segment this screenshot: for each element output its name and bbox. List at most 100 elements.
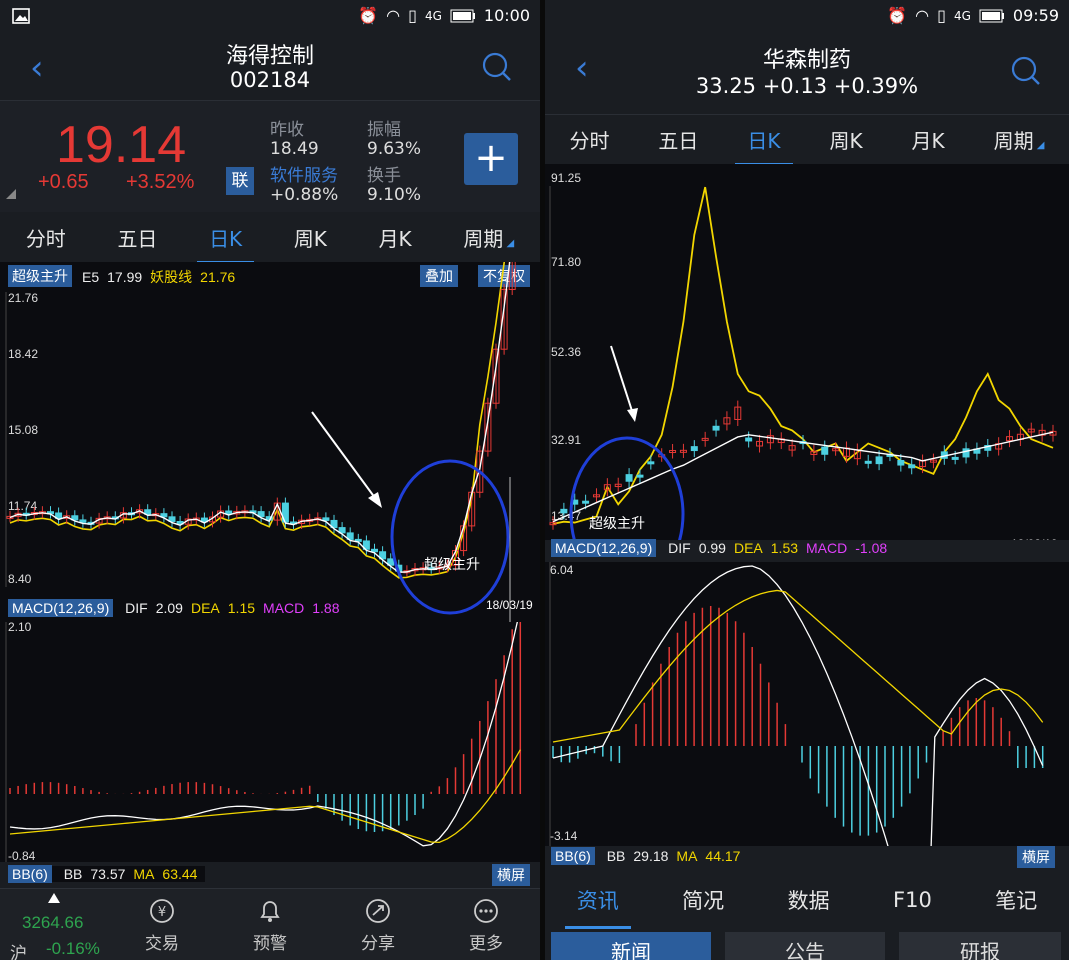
- bottom-nav: 3264.66 沪 -0.16% ¥ 交易 预警 分享 更多: [0, 888, 540, 960]
- alarm-icon: ⏰: [358, 6, 379, 25]
- period-tabs: 分时 五日 日K 周K 月K 周期 ◢: [0, 212, 540, 264]
- landscape-button[interactable]: 横屏: [492, 864, 530, 886]
- header: ‹ 华森制药 33.25 +0.13 +0.39%: [545, 34, 1069, 110]
- info-tabs: 资讯 简况 数据 F10 笔记: [545, 872, 1069, 929]
- candle: [712, 425, 720, 431]
- macd-name[interactable]: MACD(12,26,9): [551, 539, 657, 557]
- bb-label: BB: [606, 848, 626, 864]
- link-badge[interactable]: 联: [226, 167, 254, 195]
- macd-svg: 6.04 -3.14: [549, 562, 1044, 846]
- amplitude-label: 振幅: [367, 120, 401, 140]
- macd-name[interactable]: MACD(12,26,9): [8, 599, 114, 617]
- status-bar: ⏰ ◠ ▯ 4G 10:00: [0, 0, 540, 34]
- turnover-label: 换手: [367, 166, 401, 186]
- candle: [745, 437, 753, 442]
- annotation-label: 超级主升: [424, 556, 480, 572]
- yao-line: [552, 186, 1054, 525]
- sector-name[interactable]: 软件服务: [270, 161, 338, 186]
- date-label: 18/03/19: [1011, 537, 1058, 540]
- dif-label: DIF: [125, 600, 148, 616]
- dea-label: DEA: [733, 540, 763, 556]
- bb-values: BB(6) BB 73.57 MA 63.44: [8, 865, 206, 883]
- index-value[interactable]: 3264.66: [22, 913, 83, 933]
- arrow-line: [311, 411, 379, 503]
- search-icon[interactable]: [1011, 56, 1041, 86]
- more-icon: [474, 899, 498, 923]
- sub-tab-notice[interactable]: 公告: [725, 932, 885, 960]
- dea-line: [9, 749, 521, 844]
- alarm-icon: ⏰: [887, 6, 908, 25]
- tab-4[interactable]: 月K: [375, 223, 416, 252]
- kline-svg: 21.76 18.42 15.08 11.74 8.40 超级主升 18/03/19: [5, 262, 533, 622]
- bb-values: BB(6) BB 29.18 MA 44.17: [551, 847, 748, 865]
- header: ‹ 海得控制 002184: [0, 34, 540, 100]
- wifi-icon: ◠: [915, 6, 930, 25]
- dea-line: [552, 589, 1044, 743]
- stock-name: 海得控制: [225, 44, 314, 69]
- prev-close-label: 昨收: [270, 120, 304, 140]
- tab-3[interactable]: 周K: [290, 223, 331, 252]
- info-tab-3[interactable]: F10: [893, 888, 932, 912]
- add-watchlist-button[interactable]: +: [464, 133, 518, 185]
- current-price: 19.14: [56, 116, 187, 174]
- candle: [636, 474, 644, 478]
- yao-line: [9, 262, 506, 579]
- info-tab-1[interactable]: 简况: [682, 885, 724, 915]
- info-tab-0[interactable]: 资讯: [564, 885, 631, 929]
- macd-chart[interactable]: MACD(12,26,9) DIF 2.09 DEA 1.15 MACD 1.88 2.1…: [0, 599, 540, 862]
- tab-5[interactable]: 周期 ◢: [459, 223, 518, 252]
- nav-share[interactable]: 分享: [338, 893, 418, 954]
- ma-value: 63.44: [162, 866, 198, 882]
- macd-value: -1.08: [855, 540, 888, 556]
- bb-name[interactable]: BB(6): [8, 865, 52, 883]
- tab-2[interactable]: 日K: [735, 125, 793, 166]
- dropdown-triangle-icon: ◢: [503, 237, 515, 249]
- nav-trade[interactable]: ¥ 交易: [122, 893, 202, 954]
- period-tabs: 分时 五日 日K 周K 月K 周期 ◢: [545, 114, 1069, 166]
- candle: [79, 519, 87, 523]
- candle: [371, 548, 378, 553]
- tab-1[interactable]: 五日: [113, 223, 161, 252]
- trade-icon: ¥: [150, 899, 174, 923]
- price-change: +0.65: [38, 171, 89, 193]
- tab-1[interactable]: 五日: [654, 125, 702, 154]
- nav-alert[interactable]: 预警: [230, 893, 310, 954]
- dea-value: 1.15: [227, 600, 256, 616]
- dif-value: 0.99: [698, 540, 726, 556]
- kline-svg: 91.2571.8052.3632.9113.47超级主升18/03/19: [549, 171, 1058, 540]
- kline-chart[interactable]: 91.2571.8052.3632.9113.47超级主升18/03/19: [545, 164, 1069, 540]
- prev-close-value: 18.49: [270, 139, 319, 159]
- bb-label: BB: [63, 866, 83, 882]
- search-icon[interactable]: [482, 52, 512, 82]
- ma-label: MA: [133, 866, 155, 882]
- candle: [962, 448, 970, 458]
- info-tab-2[interactable]: 数据: [788, 885, 830, 915]
- candle: [647, 461, 655, 465]
- quote-panel: 19.14 +0.65 +3.52% 联 昨收 18.49 软件服务 +0.88…: [0, 100, 540, 212]
- status-time: 09:59: [1012, 6, 1059, 25]
- macd-chart[interactable]: MACD(12,26,9) DIF 0.99 DEA 1.53 MACD -1.08 6.…: [545, 539, 1069, 846]
- nav-more[interactable]: 更多: [446, 893, 526, 954]
- sub-tab-report[interactable]: 研报: [899, 932, 1061, 960]
- kline-chart[interactable]: 超级主升 E5 17.99 妖股线 21.76 叠加 不复权 21.76 18.42 15…: [0, 262, 540, 622]
- tab-2[interactable]: 日K: [197, 223, 255, 264]
- battery-icon: [979, 9, 1004, 22]
- highlight-circle: [390, 459, 510, 615]
- arrow-line: [610, 345, 634, 415]
- tab-0[interactable]: 分时: [565, 125, 613, 154]
- bb-name[interactable]: BB(6): [551, 847, 595, 865]
- stock-code: 002184: [229, 68, 311, 92]
- tab-0[interactable]: 分时: [22, 223, 70, 252]
- candle: [875, 456, 883, 465]
- y-tick-label: 91.25: [551, 171, 581, 185]
- sub-tab-news[interactable]: 新闻: [551, 932, 711, 960]
- candle: [582, 500, 590, 504]
- dea-label: DEA: [190, 600, 220, 616]
- info-tab-4[interactable]: 笔记: [995, 885, 1037, 915]
- tab-4[interactable]: 月K: [908, 125, 949, 154]
- date-label: 18/03/19: [486, 598, 533, 612]
- tab-3[interactable]: 周K: [825, 125, 866, 154]
- landscape-button[interactable]: 横屏: [1017, 846, 1055, 868]
- tab-5[interactable]: 周期 ◢: [990, 125, 1049, 154]
- quote-line: 33.25 +0.13 +0.39%: [695, 74, 919, 98]
